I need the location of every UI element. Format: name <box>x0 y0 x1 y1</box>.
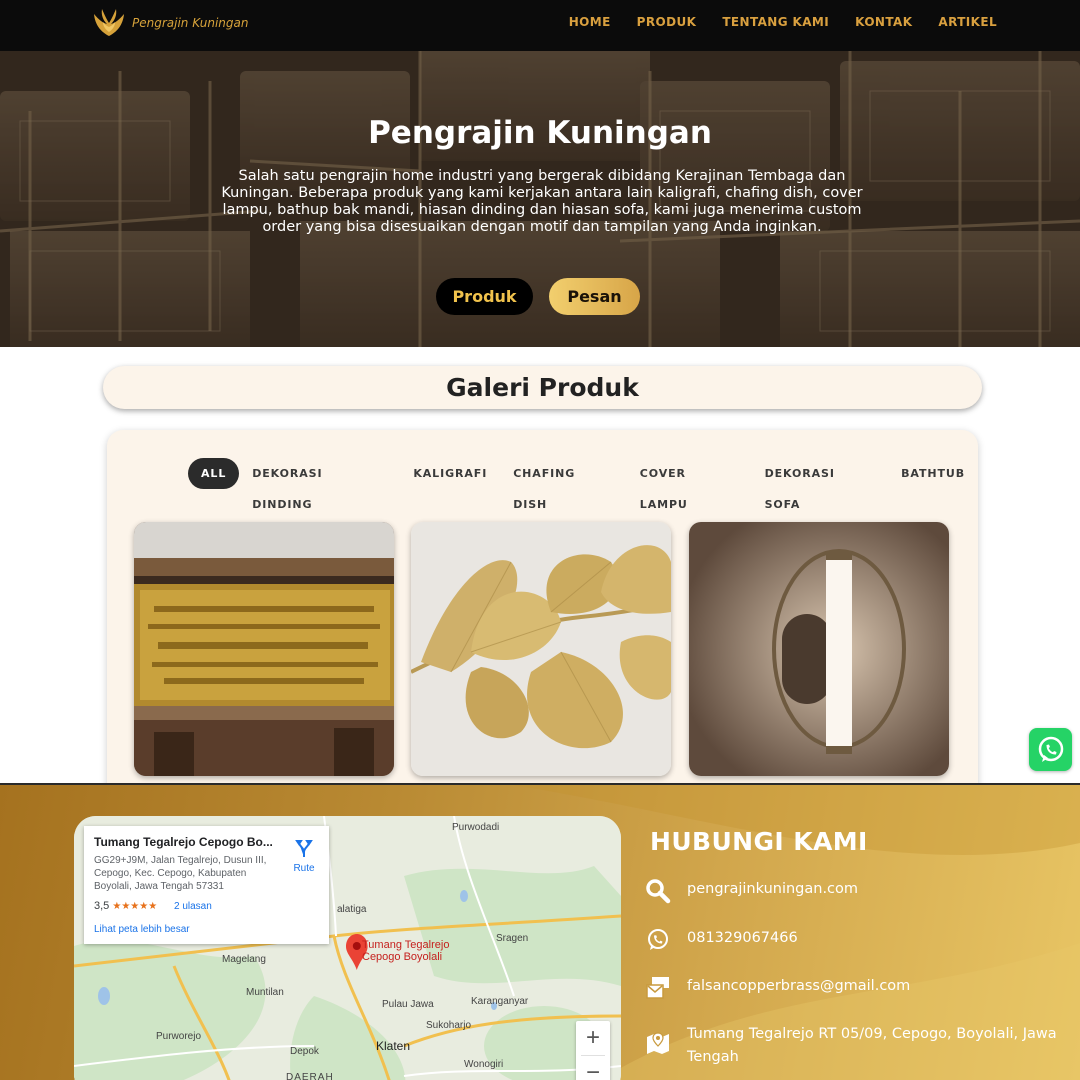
mail-bulk-icon <box>646 977 669 999</box>
menu-item-home[interactable]: HOME <box>569 15 611 29</box>
map-label-depok: Depok <box>290 1046 319 1057</box>
contact-address[interactable]: Tumang Tegalrejo RT 05/09, Cepogo, Boyol… <box>645 1023 1067 1069</box>
filter-cover-lampu[interactable]: COVER LAMPU <box>627 458 752 511</box>
map-reviews-link[interactable]: 2 ulasan <box>174 901 212 912</box>
menu-item-kontak[interactable]: KONTAK <box>855 15 912 29</box>
contact-email-text: falsancopperbrass@gmail.com <box>687 978 911 994</box>
map-route-label: Rute <box>293 863 315 874</box>
whatsapp-icon <box>648 929 668 950</box>
produk-button[interactable]: Produk <box>436 278 533 315</box>
map-rating: 3,5 ★★★★★ <box>94 900 157 912</box>
filter-all[interactable]: ALL <box>188 458 240 489</box>
map-label-salatiga: alatiga <box>337 904 367 915</box>
product-card-cover-lampu[interactable] <box>689 522 949 776</box>
map-label-sragen: Sragen <box>496 933 529 944</box>
product-image-cover-lampu <box>689 522 949 776</box>
map-zoom-control: + − <box>576 1021 610 1080</box>
hero-title: Pengrajin Kuningan <box>368 115 712 151</box>
map-place-title: Tumang Tegalrejo Cepogo Bo... <box>94 835 273 849</box>
search-icon <box>646 879 671 904</box>
menu-item-artikel[interactable]: ARTIKEL <box>938 15 997 29</box>
pesan-button[interactable]: Pesan <box>549 278 640 315</box>
contact-address-text: Tumang Tegalrejo RT 05/09, Cepogo, Boyol… <box>687 1026 1057 1065</box>
map-place-address: GG29+J9M, Jalan Tegalrejo, Dusun III, Ce… <box>94 855 267 892</box>
map-label-pulau-jawa: Pulau Jawa <box>382 999 434 1010</box>
footer-divider <box>0 783 1080 785</box>
filter-dekorasi-sofa[interactable]: DEKORASI SOFA <box>752 458 889 511</box>
contact-phone[interactable]: 081329067466 <box>645 927 1067 953</box>
logo-text: Pengrajin Kuningan <box>132 16 249 30</box>
map-place-card: Tumang Tegalrejo Cepogo Bo... GG29+J9M, … <box>84 826 329 944</box>
contact-phone-text: 081329067466 <box>687 930 798 946</box>
hero-description: Salah satu pengrajin home industri yang … <box>221 168 863 235</box>
map-label-daerah: DAERAH <box>286 1072 334 1080</box>
contact-website[interactable]: pengrajinkuningan.com <box>645 878 1067 904</box>
contact-email[interactable]: falsancopperbrass@gmail.com <box>645 975 1067 1001</box>
map-label-purworejo: Purworejo <box>156 1031 202 1042</box>
site-logo[interactable]: Pengrajin Kuningan <box>92 8 249 38</box>
google-map-embed[interactable]: Purwodadi alatiga Sragen Magelang Muntil… <box>74 816 621 1080</box>
map-rating-value: 3,5 <box>94 900 110 912</box>
product-card-dekorasi-dinding[interactable] <box>411 522 671 776</box>
footer-contact-section: Purwodadi alatiga Sragen Magelang Muntil… <box>0 783 1080 1080</box>
map-label-wonogiri: Wonogiri <box>464 1059 504 1070</box>
map-pin-label: Tumang Tegalrejo Cepogo Boyolali <box>362 939 450 963</box>
filter-chafing-dish[interactable]: CHAFING DISH <box>500 458 627 511</box>
phoenix-logo-icon <box>94 9 124 36</box>
product-image-kaligrafi <box>134 522 394 776</box>
map-marked-icon <box>647 1032 669 1054</box>
zoom-out-button[interactable]: − <box>576 1056 610 1080</box>
menu-item-produk[interactable]: PRODUK <box>637 15 697 29</box>
gallery-header: Galeri Produk <box>103 366 982 409</box>
map-larger-link[interactable]: Lihat peta lebih besar <box>94 924 190 935</box>
map-label-muntilan: Muntilan <box>246 987 284 998</box>
gallery-title: Galeri Produk <box>446 373 639 402</box>
filter-kaligrafi[interactable]: KALIGRAFI <box>400 458 500 489</box>
gallery-filter-bar: ALL DEKORASI DINDING KALIGRAFI CHAFING D… <box>188 458 978 511</box>
map-route-button[interactable]: Rute <box>289 838 319 874</box>
hero-section: Pengrajin Kuningan Salah satu pengrajin … <box>0 51 1080 347</box>
menu-item-tentang-kami[interactable]: TENTANG KAMI <box>722 15 829 29</box>
contact-title: HUBUNGI KAMI <box>650 827 868 856</box>
map-label-klaten: Klaten <box>376 1039 411 1053</box>
map-label-magelang: Magelang <box>222 954 266 965</box>
whatsapp-float-button[interactable] <box>1029 728 1072 771</box>
product-image-dekorasi-dinding <box>411 522 671 776</box>
map-label-purwodadi: Purwodadi <box>452 822 500 833</box>
filter-bathtub[interactable]: BATHTUB <box>888 458 978 489</box>
navbar: Pengrajin Kuningan HOME PRODUK TENTANG K… <box>0 0 1080 51</box>
main-menu: HOME PRODUK TENTANG KAMI KONTAK ARTIKEL <box>569 15 997 29</box>
map-label-sukoharjo: Sukoharjo <box>426 1020 472 1031</box>
directions-icon <box>295 840 313 857</box>
gallery-panel: ALL DEKORASI DINDING KALIGRAFI CHAFING D… <box>107 430 978 800</box>
map-rating-stars: ★★★★★ <box>112 901 158 912</box>
product-card-kaligrafi[interactable] <box>134 522 394 776</box>
zoom-in-button[interactable]: + <box>576 1021 610 1055</box>
map-label-karanganyar: Karanganyar <box>471 996 529 1007</box>
filter-dekorasi-dinding[interactable]: DEKORASI DINDING <box>239 458 400 511</box>
contact-website-text: pengrajinkuningan.com <box>687 881 859 897</box>
whatsapp-icon <box>1038 736 1063 762</box>
